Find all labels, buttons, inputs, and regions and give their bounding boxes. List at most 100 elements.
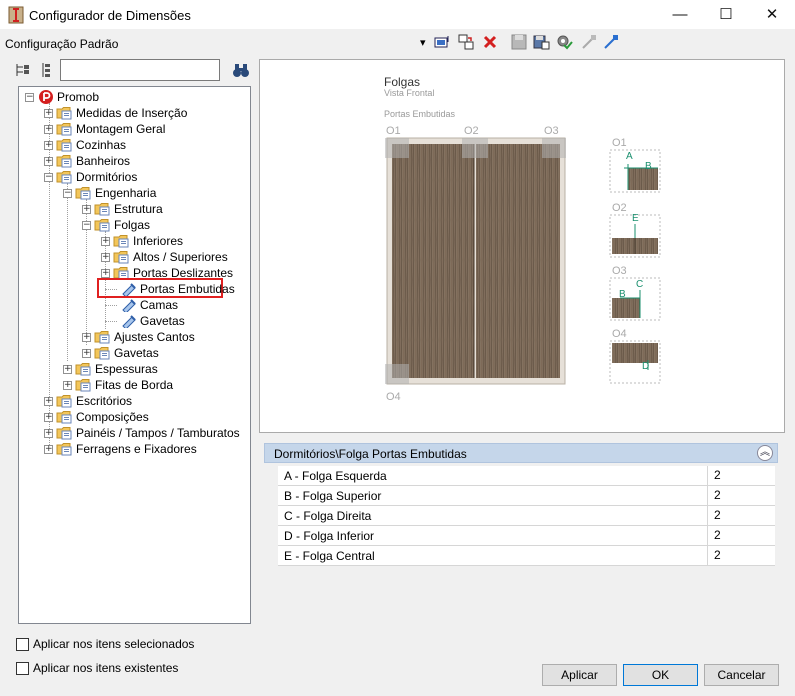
delete-icon[interactable] xyxy=(481,33,499,51)
expand-toggle[interactable]: + xyxy=(44,428,53,438)
import-icon[interactable] xyxy=(580,33,598,51)
tree-item-altos-superiores[interactable]: + Altos / Superiores xyxy=(101,249,228,265)
tree-item-montagem-geral[interactable]: + Montagem Geral xyxy=(44,121,165,137)
tree-item-estrutura[interactable]: + Estrutura xyxy=(82,201,163,217)
minimize-button[interactable]: — xyxy=(657,0,703,30)
tree-item-composicoes[interactable]: + Composições xyxy=(44,409,149,425)
tree-item-engenharia[interactable]: − Engenharia xyxy=(63,185,156,201)
folder-icon xyxy=(75,378,92,392)
tree-collapse-icon[interactable] xyxy=(39,62,53,78)
marker-o1-box xyxy=(385,138,409,158)
tree-item-paineis[interactable]: + Painéis / Tampos / Tamburatos xyxy=(44,425,240,441)
property-row[interactable]: B - Folga Superior 2 xyxy=(278,486,775,506)
close-button[interactable]: ✕ xyxy=(749,0,795,30)
tree-item-inferiores[interactable]: + Inferiores xyxy=(101,233,183,249)
expand-toggle[interactable]: + xyxy=(101,252,110,262)
tree-item-label: Cozinhas xyxy=(76,138,127,152)
tree-item-camas[interactable]: Camas xyxy=(117,297,178,314)
binoculars-icon[interactable] xyxy=(232,61,250,79)
apply-existing-checkbox[interactable] xyxy=(16,662,29,675)
property-row[interactable]: E - Folga Central 2 xyxy=(278,546,775,566)
property-value[interactable]: 2 xyxy=(707,546,775,565)
tree-item-dormitorios[interactable]: − Dormitórios xyxy=(44,169,137,185)
save-icon[interactable] xyxy=(510,33,528,51)
expand-toggle[interactable]: + xyxy=(44,412,53,422)
tree-item-label: Painéis / Tampos / Tamburatos xyxy=(76,426,240,440)
tree-item-folgas[interactable]: − Folgas xyxy=(82,217,150,233)
tree-item-promob[interactable]: − Promob xyxy=(25,89,99,105)
tree-item-medidas-insercao[interactable]: + Medidas de Inserção xyxy=(44,105,187,121)
tree-item-banheiros[interactable]: + Banheiros xyxy=(44,153,130,169)
property-value[interactable]: 2 xyxy=(707,466,775,485)
folder-icon xyxy=(56,394,73,408)
tree-item-fitas-borda[interactable]: + Fitas de Borda xyxy=(63,377,173,393)
tree-item-cozinhas[interactable]: + Cozinhas xyxy=(44,137,126,153)
property-value[interactable]: 2 xyxy=(707,486,775,505)
detail-o1-label: O1 xyxy=(612,137,627,149)
collapse-toggle[interactable]: − xyxy=(82,220,91,230)
property-value[interactable]: 2 xyxy=(707,526,775,545)
tree-item-label: Gavetas xyxy=(114,346,159,360)
ok-button[interactable]: OK xyxy=(623,664,698,686)
tree-search-input[interactable] xyxy=(60,59,220,81)
settings-apply-icon[interactable] xyxy=(555,33,573,51)
expand-toggle[interactable]: + xyxy=(82,204,91,214)
expand-toggle[interactable]: + xyxy=(44,108,53,118)
expand-toggle[interactable]: + xyxy=(63,364,72,374)
tree-item-portas-embutidas[interactable]: Portas Embutidas xyxy=(117,281,235,298)
expand-toggle[interactable]: + xyxy=(82,332,91,342)
collapse-up-icon[interactable]: ︽ xyxy=(757,445,773,461)
expand-toggle[interactable]: + xyxy=(44,444,53,454)
export-icon[interactable] xyxy=(602,33,620,51)
expand-toggle[interactable]: + xyxy=(44,124,53,134)
expand-toggle[interactable]: + xyxy=(44,156,53,166)
collapse-toggle[interactable]: − xyxy=(25,92,34,102)
property-row[interactable]: D - Folga Inferior 2 xyxy=(278,526,775,546)
property-value[interactable]: 2 xyxy=(707,506,775,525)
expand-toggle[interactable]: + xyxy=(82,348,91,358)
tree-item-espessuras[interactable]: + Espessuras xyxy=(63,361,158,377)
tree-item-gavetas-folgas[interactable]: Gavetas xyxy=(117,313,185,330)
title-bar: Configurador de Dimensões — ☐ ✕ xyxy=(0,0,795,30)
tree-item-label: Portas Embutidas xyxy=(140,282,235,296)
preview-panel: Folgas Vista Frontal Portas Embutidas O1… xyxy=(259,59,785,433)
property-label: A - Folga Esquerda xyxy=(284,469,387,483)
letter-a: A xyxy=(626,151,633,162)
tree-item-label: Fitas de Borda xyxy=(95,378,174,392)
tree-item-escritorios[interactable]: + Escritórios xyxy=(44,393,132,409)
tree-expand-icon[interactable] xyxy=(15,62,31,78)
tree-item-label: Folgas xyxy=(114,218,151,232)
save-as-icon[interactable] xyxy=(532,33,550,51)
collapse-toggle[interactable]: − xyxy=(63,188,72,198)
property-row[interactable]: C - Folga Direita 2 xyxy=(278,506,775,526)
letter-c: C xyxy=(636,279,644,290)
maximize-button[interactable]: ☐ xyxy=(703,0,749,30)
expand-toggle[interactable]: + xyxy=(44,140,53,150)
cancel-button[interactable]: Cancelar xyxy=(704,664,779,686)
expand-toggle[interactable]: + xyxy=(101,268,110,278)
preview-section: Portas Embutidas xyxy=(384,109,456,119)
expand-toggle[interactable]: + xyxy=(101,236,110,246)
tree-item-gavetas[interactable]: + Gavetas xyxy=(82,345,159,361)
expand-toggle[interactable]: + xyxy=(63,380,72,390)
insert-config-icon[interactable] xyxy=(433,33,451,51)
expand-toggle[interactable]: + xyxy=(44,396,53,406)
property-row[interactable]: A - Folga Esquerda 2 xyxy=(278,466,775,486)
tree-item-ferragens[interactable]: + Ferragens e Fixadores xyxy=(44,441,197,457)
folder-icon xyxy=(56,442,73,456)
window-title: Configurador de Dimensões xyxy=(29,8,191,23)
detail-o4-label: O4 xyxy=(612,328,627,340)
property-label: E - Folga Central xyxy=(284,549,375,563)
copy-config-icon[interactable] xyxy=(457,33,475,51)
collapse-toggle[interactable]: − xyxy=(44,172,53,182)
tree-panel: − Promob + Medidas de Inserção + Montagem … xyxy=(18,86,251,624)
tree-item-ajustes-cantos[interactable]: + Ajustes Cantos xyxy=(82,329,195,345)
marker-o3-box xyxy=(542,138,566,158)
apply-button[interactable]: Aplicar xyxy=(542,664,617,686)
apply-selected-checkbox[interactable] xyxy=(16,638,29,651)
promob-logo-icon xyxy=(39,90,53,104)
marker-o4-box xyxy=(385,364,409,384)
tree-item-label: Escritórios xyxy=(76,394,133,408)
configuration-dropdown[interactable]: ▾ xyxy=(420,36,426,49)
tree-item-label: Ajustes Cantos xyxy=(114,330,195,344)
